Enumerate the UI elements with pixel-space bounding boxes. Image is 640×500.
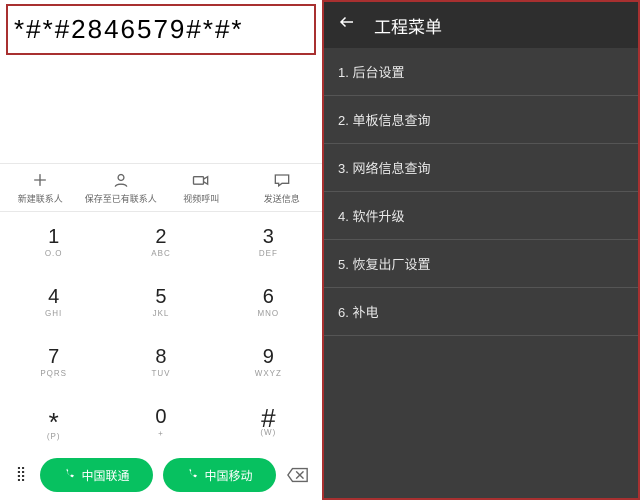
call-sim2-button[interactable]: 中国移动	[163, 458, 276, 492]
dial-display: *#*#2846579#*#*	[6, 4, 316, 55]
contact-icon	[111, 170, 131, 190]
key-7[interactable]: 7PQRS	[0, 332, 107, 392]
spacer	[0, 55, 322, 163]
action-send-message[interactable]: 发送信息	[242, 164, 323, 211]
back-button[interactable]	[338, 13, 356, 37]
action-label: 视频呼叫	[183, 192, 219, 205]
action-new-contact[interactable]: 新建联系人	[0, 164, 81, 211]
action-save-existing[interactable]: 保存至已有联系人	[81, 164, 162, 211]
video-icon	[191, 170, 211, 190]
list-item[interactable]: 4. 软件升级	[324, 192, 638, 240]
key-1[interactable]: 1O.O	[0, 212, 107, 272]
key-0[interactable]: 0+	[107, 392, 214, 452]
action-row: 新建联系人 保存至已有联系人 视频呼叫 发送信息	[0, 164, 322, 211]
list-item[interactable]: 6. 补电	[324, 288, 638, 336]
key-9[interactable]: 9WXYZ	[215, 332, 322, 392]
list-item[interactable]: 3. 网络信息查询	[324, 144, 638, 192]
sim2-label: 中国移动	[204, 467, 252, 484]
phone-icon	[63, 468, 77, 482]
call-sim1-button[interactable]: 中国联通	[40, 458, 153, 492]
keypad-toggle-icon[interactable]: ⠿⠿	[10, 471, 32, 479]
key-6[interactable]: 6MNO	[215, 272, 322, 332]
key-2[interactable]: 2ABC	[107, 212, 214, 272]
backspace-button[interactable]	[284, 467, 312, 483]
list-item[interactable]: 5. 恢复出厂设置	[324, 240, 638, 288]
phone-icon	[186, 468, 200, 482]
dialed-number: *#*#2846579#*#*	[14, 14, 308, 45]
backspace-icon	[287, 467, 309, 483]
key-4[interactable]: 4GHI	[0, 272, 107, 332]
bottom-bar: ⠿⠿ 中国联通 中国移动	[0, 452, 322, 500]
action-video-call[interactable]: 视频呼叫	[161, 164, 242, 211]
sim1-label: 中国联通	[81, 467, 129, 484]
action-label: 发送信息	[264, 192, 300, 205]
keypad: 1O.O 2ABC 3DEF 4GHI 5JKL 6MNO 7PQRS 8TUV…	[0, 212, 322, 452]
engineering-list: 1. 后台设置 2. 单板信息查询 3. 网络信息查询 4. 软件升级 5. 恢…	[324, 48, 638, 336]
key-5[interactable]: 5JKL	[107, 272, 214, 332]
message-icon	[272, 170, 292, 190]
plus-icon	[30, 170, 50, 190]
action-label: 新建联系人	[18, 192, 63, 205]
engineering-header: 工程菜单	[324, 2, 638, 48]
sim-row: 中国联通 中国移动	[40, 458, 276, 492]
key-3[interactable]: 3DEF	[215, 212, 322, 272]
arrow-left-icon	[338, 13, 356, 31]
key-star[interactable]: *(P)	[0, 392, 107, 452]
key-8[interactable]: 8TUV	[107, 332, 214, 392]
dialer-pane: *#*#2846579#*#* 新建联系人 保存至已有联系人 视频呼叫 发送信息…	[0, 0, 322, 500]
list-item[interactable]: 2. 单板信息查询	[324, 96, 638, 144]
key-hash[interactable]: #(W)	[215, 392, 322, 452]
engineering-menu-pane: 工程菜单 1. 后台设置 2. 单板信息查询 3. 网络信息查询 4. 软件升级…	[322, 0, 640, 500]
engineering-title: 工程菜单	[374, 13, 442, 38]
action-label: 保存至已有联系人	[85, 192, 157, 205]
list-item[interactable]: 1. 后台设置	[324, 48, 638, 96]
